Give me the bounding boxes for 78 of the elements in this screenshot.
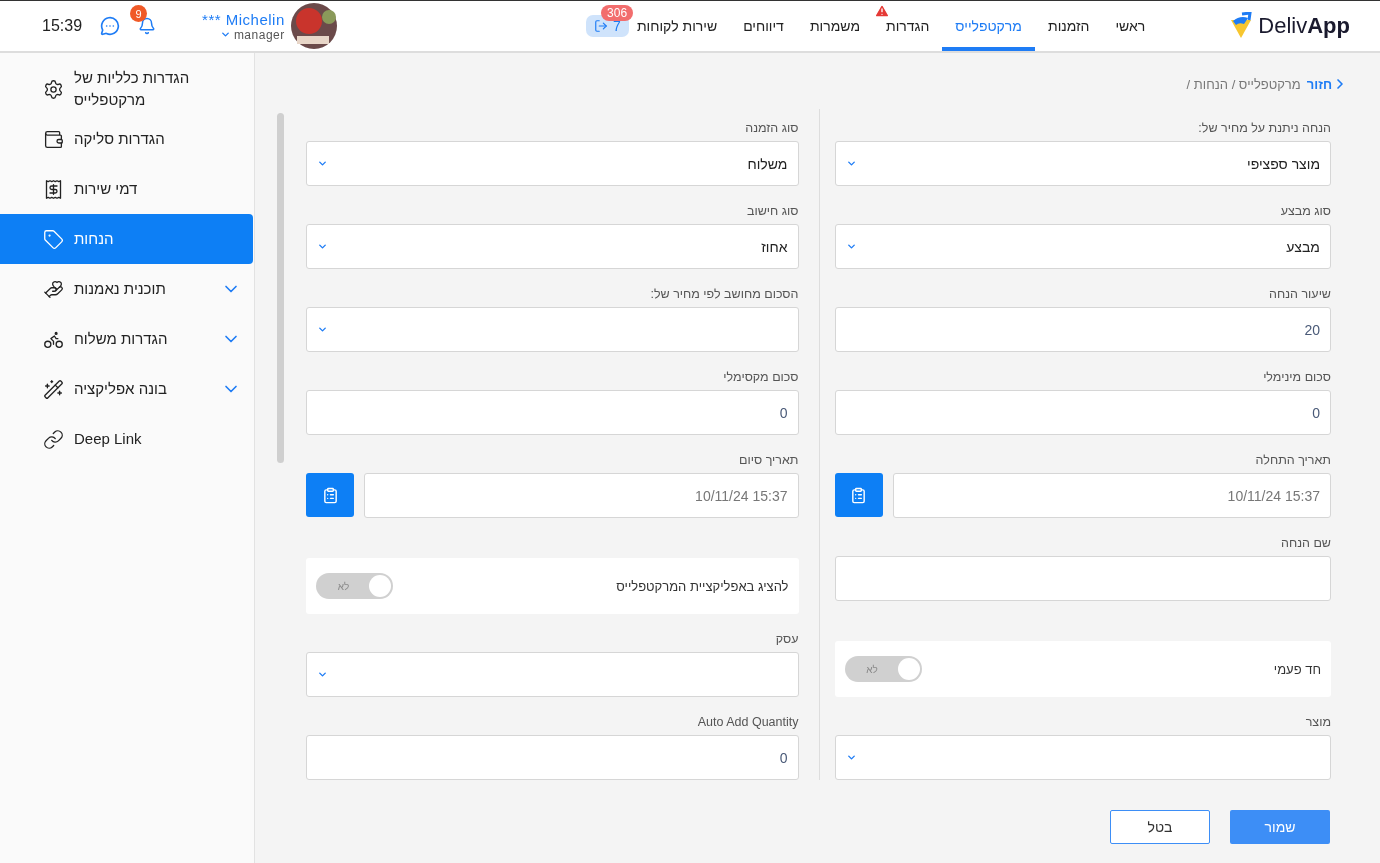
field-label: סכום מקסימלי <box>722 370 799 384</box>
select-field[interactable]: מבצע <box>834 224 1331 269</box>
select-field[interactable]: מוצר ספציפי <box>834 141 1331 186</box>
field-label: הנחה ניתנת על מחיר של: <box>1197 121 1331 135</box>
caret-icon <box>317 669 328 680</box>
input-field[interactable]: 0 <box>306 735 799 780</box>
nav-tab[interactable]: מרקטפלייס <box>942 1 1035 51</box>
notification-count: 9 <box>130 5 148 22</box>
user-name[interactable]: *** Michelin <box>202 10 285 28</box>
link-icon <box>43 428 64 450</box>
calendar-button[interactable] <box>306 473 354 517</box>
select-field[interactable]: אחוז <box>306 224 799 269</box>
field-label: מוצר <box>1304 715 1331 729</box>
nav-tab[interactable]: דיווחים <box>730 1 797 51</box>
settings-icon <box>43 78 64 100</box>
input-field[interactable]: 20 <box>834 307 1331 352</box>
sidebar-item[interactable]: בונה אפליקציה <box>0 364 253 414</box>
warning-icon <box>874 3 890 19</box>
select-field[interactable] <box>306 307 799 352</box>
tag-icon <box>43 228 64 250</box>
exit-icon <box>594 19 609 33</box>
caret-icon <box>317 324 328 335</box>
clipboard-icon <box>321 486 339 504</box>
field-label: סכום מינימלי <box>1262 370 1331 384</box>
field-label: עסק <box>774 632 799 646</box>
field-label: סוג הזמנה <box>744 121 799 135</box>
caret-icon <box>317 241 328 252</box>
user-role[interactable]: manager <box>219 27 285 42</box>
nav-tab[interactable]: משמרות <box>796 1 873 51</box>
sidebar-item[interactable]: הנחות <box>0 214 253 264</box>
nav-tab[interactable]: הזמנות <box>1034 1 1103 51</box>
clipboard-icon <box>850 486 867 504</box>
field-label: שיעור הנחה <box>1268 287 1331 301</box>
receipt-icon <box>43 178 64 200</box>
caret-icon <box>219 29 231 40</box>
input-field[interactable]: 0 <box>306 390 799 435</box>
wallet-icon <box>43 128 64 150</box>
date-field[interactable]: 10/11/24 15:37 <box>892 473 1331 518</box>
select-field[interactable] <box>834 735 1331 780</box>
sidebar-item[interactable]: הגדרות כלליות של מרקטפלייס <box>0 64 253 114</box>
field-label: סוג מבצע <box>1279 204 1331 218</box>
caret-icon <box>845 752 857 763</box>
select-field[interactable]: משלוח <box>306 141 799 186</box>
sidebar-item[interactable]: Deep Link <box>0 414 253 464</box>
cancel-button[interactable]: בטל <box>1110 810 1210 844</box>
nav-tab[interactable]: ראשי <box>1102 1 1159 51</box>
calendar-button[interactable] <box>834 473 883 517</box>
field-label: הסכום מחושב לפי מחיר של: <box>649 287 799 301</box>
field-label: סוג חישוב <box>745 204 799 218</box>
field-label: Auto Add Quantity <box>696 715 799 729</box>
wand-icon <box>43 378 64 400</box>
nav-tab[interactable]: הגדרות <box>873 1 943 51</box>
count-badge: 306 <box>601 5 634 21</box>
chat-icon[interactable] <box>100 16 121 36</box>
toggle-label: חד פעמי <box>1273 661 1321 677</box>
field-label: תאריך סיום <box>738 453 799 467</box>
field-label: שם הנחה <box>1280 536 1331 550</box>
sidebar-item[interactable]: תוכנית נאמנות <box>0 264 253 314</box>
clock-time: 15:39 <box>42 17 83 35</box>
caret-icon <box>317 158 328 169</box>
back-link[interactable]: חזור <box>1306 76 1348 92</box>
sidebar-item[interactable]: הגדרות משלוח <box>0 314 253 364</box>
scrollbar[interactable] <box>277 113 284 463</box>
input-field[interactable] <box>834 556 1331 601</box>
notifications-icon[interactable] <box>138 17 157 35</box>
toggle-label: להציג באפליקציית המרקטפלייס <box>616 578 789 594</box>
sidebar-item[interactable]: הגדרות סליקה <box>0 114 253 164</box>
select-field[interactable] <box>306 652 799 697</box>
breadcrumb-path: מרקטפלייס / הנחות / <box>1186 76 1301 92</box>
caret-icon <box>845 241 857 252</box>
logo-text: DelivApp <box>1258 13 1350 39</box>
field-label: תאריך התחלה <box>1254 453 1331 467</box>
logo-icon <box>1228 12 1255 40</box>
sidebar-item[interactable]: דמי שירות <box>0 164 253 214</box>
caret-icon <box>845 158 857 169</box>
date-field[interactable]: 10/11/24 15:37 <box>364 473 799 518</box>
hand-icon <box>43 278 64 300</box>
input-field[interactable]: 0 <box>834 390 1331 435</box>
